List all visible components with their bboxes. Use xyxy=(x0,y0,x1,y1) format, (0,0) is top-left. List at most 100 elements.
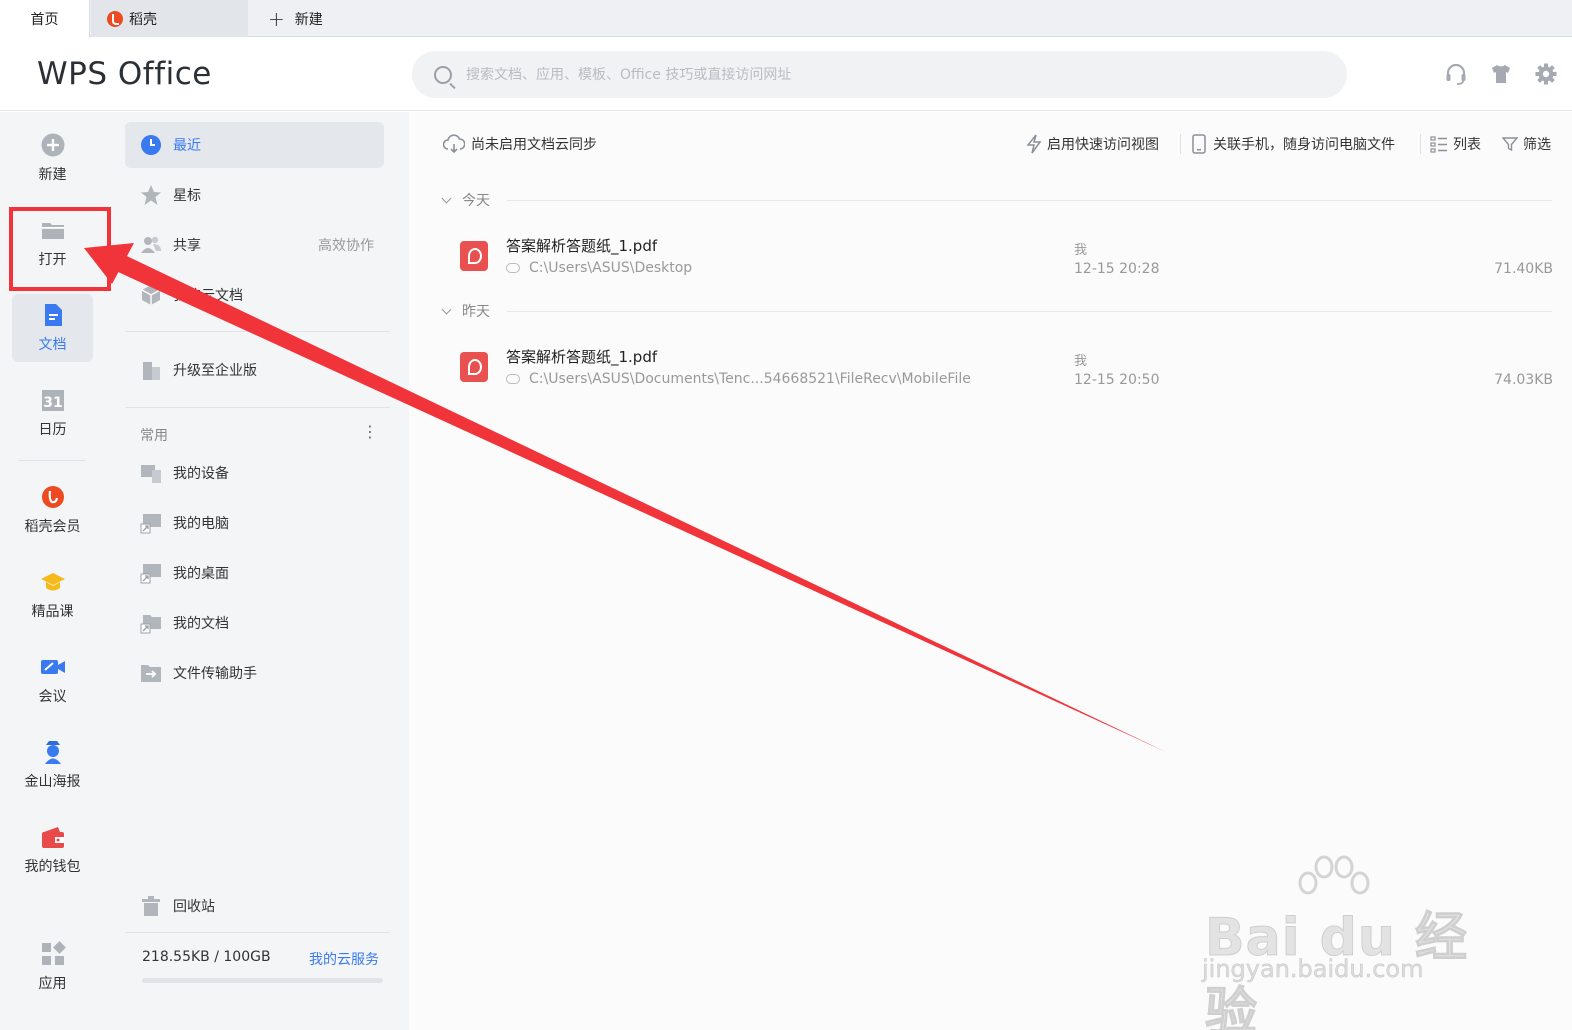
settings-icon[interactable] xyxy=(1534,62,1558,86)
daoke-icon xyxy=(107,10,123,27)
nav-cloud-docs-label: 我的云文档 xyxy=(173,288,243,304)
nav-shared[interactable]: 共享 高效协作 xyxy=(125,222,384,268)
trash-icon xyxy=(142,896,160,916)
computer-icon xyxy=(140,514,161,534)
list-view-label: 列表 xyxy=(1453,137,1481,153)
plus-circle-icon xyxy=(41,133,64,157)
rail-calendar-label: 日历 xyxy=(38,422,67,438)
group-divider xyxy=(507,311,1552,312)
rail-wallet-label: 我的钱包 xyxy=(24,859,81,875)
file-owner: 我 xyxy=(1074,243,1088,258)
nav-recent[interactable]: 最近 xyxy=(125,122,384,168)
wallet-icon xyxy=(41,827,64,848)
file-name: 答案解析答题纸_1.pdf xyxy=(506,348,658,366)
chevron-down-icon xyxy=(441,304,452,314)
link-phone-label: 关联手机，随身访问电脑文件 xyxy=(1213,137,1395,153)
skin-icon[interactable] xyxy=(1489,62,1513,86)
tab-daoke[interactable]: 稻壳 xyxy=(91,0,248,37)
rail-courses[interactable]: 精品课 xyxy=(12,561,93,629)
panel-divider xyxy=(125,331,390,332)
baidu-watermark: Bai du 经验 jingyan.baidu.com xyxy=(1198,855,1488,1030)
nav-recycle-bin-label: 回收站 xyxy=(173,899,215,915)
nav-my-computer[interactable]: 我的电脑 xyxy=(125,500,384,546)
cloud-status-icon xyxy=(506,263,520,273)
desktop-icon xyxy=(140,564,161,584)
rail-calendar[interactable]: 31 日历 xyxy=(12,379,93,447)
link-phone-button[interactable]: 关联手机，随身访问电脑文件 xyxy=(1191,134,1395,154)
cloud-status-icon xyxy=(506,374,520,384)
rail-daoke-label: 稻壳会员 xyxy=(24,519,81,535)
quick-access-label: 启用快速访问视图 xyxy=(1047,137,1159,153)
navigation-panel: 最近 星标 共享 高效协作 我的云文档 升级至企业版 常用 ⋮ 我的设备 我的电… xyxy=(104,112,409,1030)
group-yesterday-label: 昨天 xyxy=(462,304,490,320)
file-path: C:\Users\ASUS\Desktop xyxy=(506,260,692,276)
calendar-day: 31 xyxy=(43,395,62,411)
list-icon xyxy=(1430,136,1447,153)
new-tab-button[interactable]: + 新建 xyxy=(268,0,323,37)
file-time: 12-15 20:50 xyxy=(1074,372,1160,388)
file-row[interactable]: 答案解析答题纸_1.pdf C:\Users\ASUS\Desktop 我 12… xyxy=(443,225,1553,295)
storage-usage: 218.55KB / 100GB xyxy=(142,949,271,965)
file-name: 答案解析答题纸_1.pdf xyxy=(506,237,658,255)
nav-my-computer-label: 我的电脑 xyxy=(173,516,229,532)
plus-icon: + xyxy=(268,6,285,31)
panel-divider xyxy=(125,407,390,408)
storage-progress-bar xyxy=(142,978,383,983)
nav-file-transfer-label: 文件传输助手 xyxy=(173,666,257,682)
file-size: 74.03KB xyxy=(1494,372,1553,388)
document-icon xyxy=(44,304,62,326)
calendar-icon: 31 xyxy=(41,390,64,411)
rail-apps[interactable]: 应用 xyxy=(12,933,93,1001)
rail-meeting[interactable]: 会议 xyxy=(12,646,93,714)
app-logo: WPS Office xyxy=(37,56,212,92)
filter-button[interactable]: 筛选 xyxy=(1502,134,1551,154)
rail-meeting-label: 会议 xyxy=(38,689,67,705)
file-row[interactable]: 答案解析答题纸_1.pdf C:\Users\ASUS\Documents\Te… xyxy=(443,336,1553,406)
nav-upgrade[interactable]: 升级至企业版 xyxy=(125,347,384,393)
rail-wallet[interactable]: 我的钱包 xyxy=(12,816,93,884)
cloud-sync-status[interactable]: 尚未启用文档云同步 xyxy=(443,134,597,154)
nav-my-desktop[interactable]: 我的桌面 xyxy=(125,550,384,596)
rail-daoke-member[interactable]: 稻壳会员 xyxy=(12,476,93,544)
list-view-button[interactable]: 列表 xyxy=(1430,134,1481,154)
rail-new[interactable]: 新建 xyxy=(12,124,93,192)
nav-my-devices-label: 我的设备 xyxy=(173,466,229,482)
filter-icon xyxy=(1502,137,1518,152)
nav-my-devices[interactable]: 我的设备 xyxy=(125,450,384,496)
pdf-file-icon xyxy=(460,352,488,382)
chevron-down-icon xyxy=(441,193,452,203)
nav-recent-label: 最近 xyxy=(173,138,201,154)
nav-my-documents[interactable]: 我的文档 xyxy=(125,600,384,646)
cloud-sync-label: 尚未启用文档云同步 xyxy=(471,137,597,153)
header: WPS Office xyxy=(0,38,1572,111)
nav-file-transfer[interactable]: 文件传输助手 xyxy=(125,650,384,696)
tab-daoke-label: 稻壳 xyxy=(129,11,157,28)
quick-access-button[interactable]: 启用快速访问视图 xyxy=(1026,134,1159,154)
nav-cloud-docs[interactable]: 我的云文档 xyxy=(125,272,384,318)
headset-icon[interactable] xyxy=(1444,62,1468,86)
nav-starred[interactable]: 星标 xyxy=(125,172,384,218)
search-bar[interactable] xyxy=(412,51,1347,98)
nav-recycle-bin[interactable]: 回收站 xyxy=(125,883,384,929)
tab-bar: 首页 稻壳 + 新建 xyxy=(0,0,1572,38)
cloud-sync-icon xyxy=(443,134,465,154)
rail-documents[interactable]: 文档 xyxy=(12,294,93,362)
graduation-cap-icon xyxy=(40,573,65,591)
filter-label: 筛选 xyxy=(1523,137,1551,153)
tab-home-label: 首页 xyxy=(30,12,59,28)
file-path-text: C:\Users\ASUS\Desktop xyxy=(529,260,693,276)
pdf-file-icon xyxy=(460,241,488,271)
group-yesterday[interactable]: 昨天 xyxy=(441,301,490,321)
rail-apps-label: 应用 xyxy=(38,976,67,992)
more-icon[interactable]: ⋮ xyxy=(362,422,378,441)
group-today[interactable]: 今天 xyxy=(441,190,490,210)
nav-my-desktop-label: 我的桌面 xyxy=(173,566,229,582)
search-input[interactable] xyxy=(466,66,1266,83)
poster-icon xyxy=(44,741,61,764)
new-tab-label: 新建 xyxy=(294,11,323,28)
group-divider xyxy=(507,200,1552,201)
file-time: 12-15 20:28 xyxy=(1074,261,1160,277)
cloud-service-link[interactable]: 我的云服务 xyxy=(309,949,379,969)
rail-poster[interactable]: 金山海报 xyxy=(12,731,93,799)
tab-home[interactable]: 首页 xyxy=(0,0,90,38)
